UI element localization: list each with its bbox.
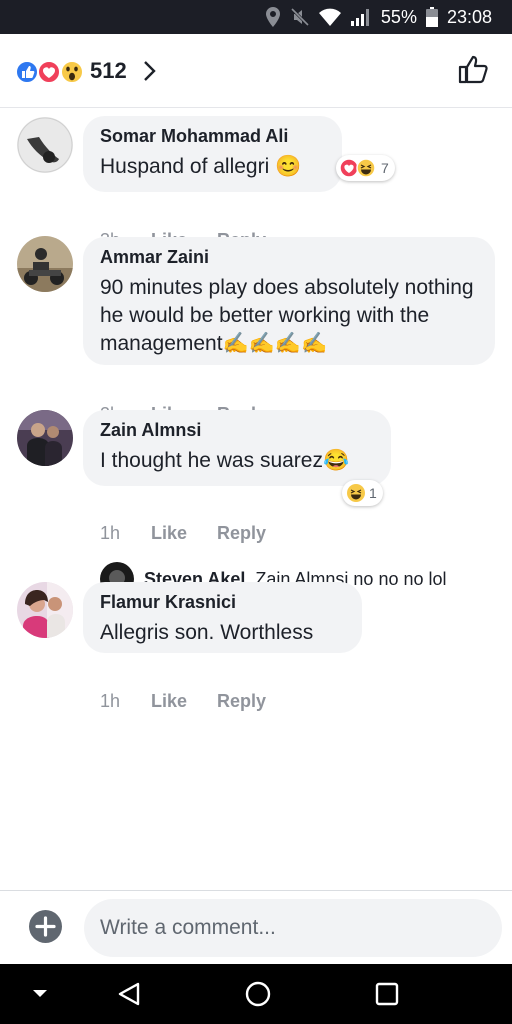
comment-reactions[interactable]: 1 (342, 480, 383, 506)
like-icon (15, 60, 39, 84)
navigation-bar (0, 964, 512, 1024)
comment-composer: Write a comment... (0, 890, 512, 964)
comment-text: Allegris son. Worthless (100, 621, 314, 644)
avatar[interactable] (17, 582, 73, 638)
status-bar: 55% 23:08 (0, 0, 512, 34)
home-button[interactable] (245, 981, 271, 1007)
comment-input[interactable]: Write a comment... (84, 899, 502, 957)
reply-link[interactable]: Reply (217, 691, 266, 712)
like-button[interactable] (458, 54, 490, 84)
love-haha-icons (339, 158, 376, 178)
add-attachment-button[interactable] (29, 910, 62, 943)
comment-bubble[interactable]: Flamur Krasnici Allegris son. Worthless (83, 582, 362, 653)
avatar[interactable] (17, 410, 73, 466)
recents-button[interactable] (375, 982, 399, 1006)
comment-author[interactable]: Flamur Krasnici (100, 592, 346, 613)
battery-percent: 55% (380, 6, 417, 27)
comment-bubble[interactable]: Somar Mohammad Ali Huspand of allegri 😊 (83, 116, 342, 192)
chevron-down-icon[interactable] (32, 989, 48, 999)
avatar[interactable] (17, 236, 73, 292)
like-link[interactable]: Like (151, 523, 187, 544)
signal-icon (350, 8, 372, 26)
reactions-bar[interactable]: 512 (0, 34, 512, 108)
reply-link[interactable]: Reply (217, 523, 266, 544)
chevron-right-icon[interactable] (143, 60, 157, 82)
haha-icon (347, 484, 365, 502)
back-button[interactable] (116, 981, 142, 1007)
comment-text: Huspand of allegri 😊 (100, 155, 302, 178)
comment-author[interactable]: Somar Mohammad Ali (100, 126, 326, 147)
reaction-count: 7 (381, 160, 389, 176)
comment-author[interactable]: Ammar Zaini (100, 247, 479, 268)
comment-text: 90 minutes play does absolutely nothing … (100, 276, 474, 355)
comment-actions: 1h Like Reply (100, 523, 296, 544)
battery-icon (425, 7, 438, 27)
comment-time: 1h (100, 523, 121, 543)
comment-bubble[interactable]: Ammar Zaini 90 minutes play does absolut… (83, 237, 495, 365)
reaction-count: 1 (369, 485, 377, 501)
mute-icon (290, 7, 310, 27)
wifi-icon (318, 8, 341, 26)
comment-text: I thought he was suarez😂 (100, 449, 350, 472)
like-link[interactable]: Like (151, 691, 187, 712)
avatar[interactable] (17, 117, 73, 173)
location-icon (265, 7, 281, 27)
comment-actions: 1h Like Reply (100, 691, 296, 712)
wow-icon (60, 60, 84, 84)
comment-time: 1h (100, 691, 121, 711)
clock: 23:08 (446, 6, 492, 27)
comment-reactions[interactable]: 7 (336, 155, 395, 181)
comments-sheet: 512 Somar Mohammad Ali Huspand of allegr… (0, 34, 512, 964)
reaction-icons (15, 60, 84, 84)
plus-icon (35, 916, 56, 937)
love-icon (37, 60, 61, 84)
comment-bubble[interactable]: Zain Almnsi I thought he was suarez😂 (83, 410, 391, 486)
reaction-count[interactable]: 512 (90, 58, 127, 84)
comment-author[interactable]: Zain Almnsi (100, 420, 375, 441)
